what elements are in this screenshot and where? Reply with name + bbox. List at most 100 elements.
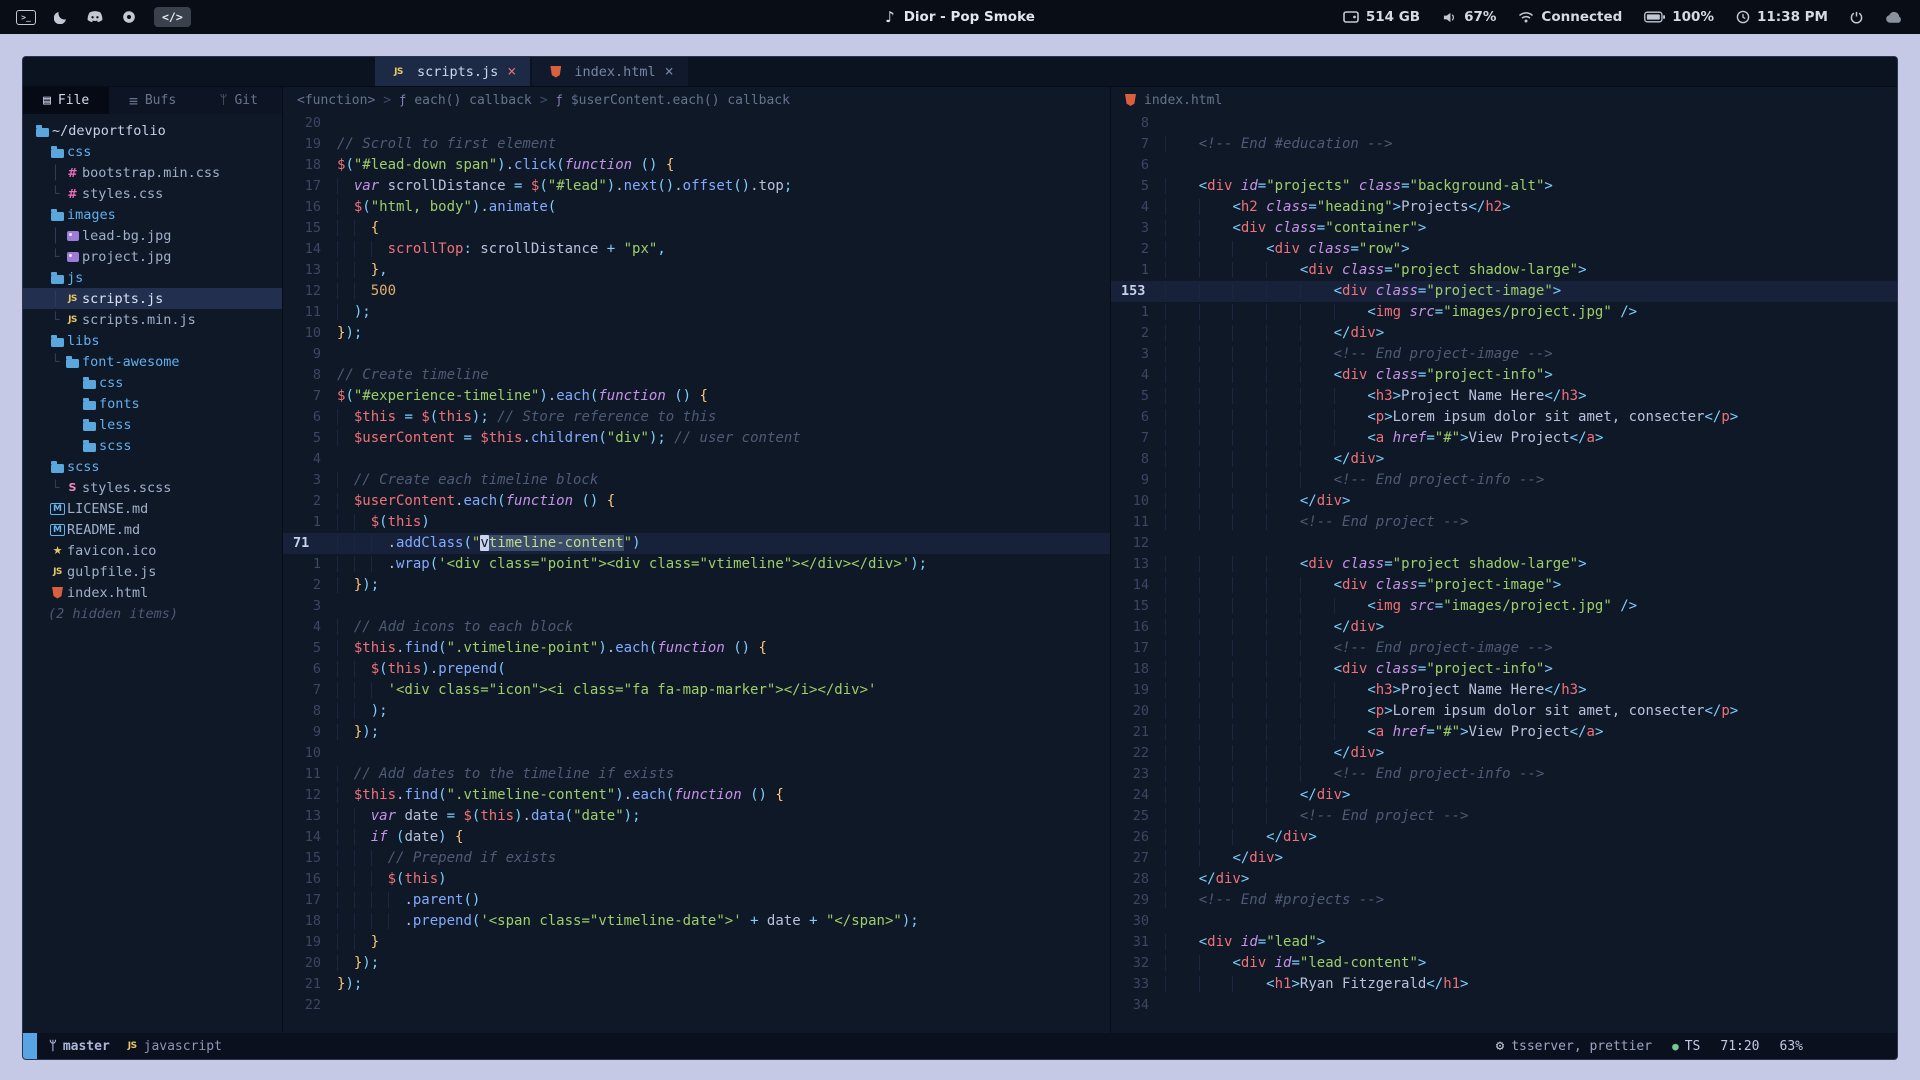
code-line[interactable]: 8 bbox=[1111, 113, 1897, 134]
explorer-tab-git[interactable]: Git bbox=[196, 87, 282, 114]
code-line[interactable]: 15 // Prepend if exists bbox=[283, 848, 1110, 869]
code-line[interactable]: 26 </div> bbox=[1111, 827, 1897, 848]
code-line[interactable]: 9 }); bbox=[283, 722, 1110, 743]
code-line[interactable]: 13 var date = $(this).data("date"); bbox=[283, 806, 1110, 827]
code-line[interactable]: 22 </div> bbox=[1111, 743, 1897, 764]
tree-item-scss[interactable]: scss bbox=[23, 435, 282, 456]
code-line[interactable]: 6 $this = $(this); // Store reference to… bbox=[283, 407, 1110, 428]
volume-status[interactable]: 67% bbox=[1442, 9, 1496, 25]
code-line[interactable]: 20 bbox=[283, 113, 1110, 134]
tree-item-lead-bg.jpg[interactable]: │lead-bg.jpg bbox=[23, 225, 282, 246]
code-line[interactable]: 2 $userContent.each(function () { bbox=[283, 491, 1110, 512]
tree-item-font-awesome[interactable]: └font-awesome bbox=[23, 351, 282, 372]
code-line[interactable]: 71 .addClass("vtimeline-content") bbox=[283, 533, 1110, 554]
code-line[interactable]: 2 </div> bbox=[1111, 323, 1897, 344]
code-line[interactable]: 16 $("html, body").animate( bbox=[283, 197, 1110, 218]
code-line[interactable]: 33 <h1>Ryan Fitzgerald</h1> bbox=[1111, 974, 1897, 995]
explorer-tab-file[interactable]: File bbox=[23, 87, 109, 114]
tree-item-project.jpg[interactable]: └project.jpg bbox=[23, 246, 282, 267]
discord-icon[interactable] bbox=[86, 10, 104, 24]
tree-item-scss[interactable]: scss bbox=[23, 456, 282, 477]
tree-item-index.html[interactable]: index.html bbox=[23, 582, 282, 603]
code-line[interactable]: 2 }); bbox=[283, 575, 1110, 596]
code-line[interactable]: 17 var scrollDistance = $("#lead").next(… bbox=[283, 176, 1110, 197]
tree-item-libs[interactable]: libs bbox=[23, 330, 282, 351]
code-line[interactable]: 4 <h2 class="heading">Projects</h2> bbox=[1111, 197, 1897, 218]
code-line[interactable]: 6 $(this).prepend( bbox=[283, 659, 1110, 680]
tree-item-README.md[interactable]: README.md bbox=[23, 519, 282, 540]
tree-item-styles.css[interactable]: └styles.css bbox=[23, 183, 282, 204]
breadcrumb-item[interactable]: $userContent.each() callback bbox=[571, 93, 790, 108]
code-line[interactable]: 12 $this.find(".vtimeline-content").each… bbox=[283, 785, 1110, 806]
close-icon[interactable] bbox=[665, 64, 674, 79]
code-line[interactable]: 19// Scroll to first element bbox=[283, 134, 1110, 155]
code-line[interactable]: 14 if (date) { bbox=[283, 827, 1110, 848]
tree-item-devportfolio[interactable]: ~/devportfolio bbox=[23, 120, 282, 141]
code-line[interactable]: 22 bbox=[283, 995, 1110, 1016]
code-line[interactable]: 3 // Create each timeline block bbox=[283, 470, 1110, 491]
code-line[interactable]: 7 <a href="#">View Project</a> bbox=[1111, 428, 1897, 449]
code-line[interactable]: 7 '<div class="icon"><i class="fa fa-map… bbox=[283, 680, 1110, 701]
code-line[interactable]: 25 <!-- End project --> bbox=[1111, 806, 1897, 827]
code-line[interactable]: 8// Create timeline bbox=[283, 365, 1110, 386]
power-icon[interactable] bbox=[1850, 10, 1863, 24]
tree-item-favicon.ico[interactable]: favicon.ico bbox=[23, 540, 282, 561]
code-line[interactable]: 21}); bbox=[283, 974, 1110, 995]
close-icon[interactable] bbox=[507, 64, 516, 79]
breadcrumb-item[interactable]: <function> bbox=[297, 93, 375, 108]
code-line[interactable]: 12 bbox=[1111, 533, 1897, 554]
terminal-icon[interactable] bbox=[16, 10, 36, 25]
tree-item-styles.scss[interactable]: └styles.scss bbox=[23, 477, 282, 498]
tree-item-js[interactable]: js bbox=[23, 267, 282, 288]
code-line[interactable]: 5 <div id="projects" class="background-a… bbox=[1111, 176, 1897, 197]
code-line[interactable]: 14 scrollTop: scrollDistance + "px", bbox=[283, 239, 1110, 260]
code-line[interactable]: 21 <a href="#">View Project</a> bbox=[1111, 722, 1897, 743]
code-line[interactable]: 4 <div class="project-info"> bbox=[1111, 365, 1897, 386]
tree-item-scripts.js[interactable]: │scripts.js bbox=[23, 288, 282, 309]
code-line[interactable]: 13 <div class="project shadow-large"> bbox=[1111, 554, 1897, 575]
code-line[interactable]: 8 </div> bbox=[1111, 449, 1897, 470]
moon-icon[interactable] bbox=[54, 10, 68, 24]
disc-icon[interactable] bbox=[122, 10, 136, 24]
code-line[interactable]: 32 <div id="lead-content"> bbox=[1111, 953, 1897, 974]
disk-status[interactable]: 514 GB bbox=[1343, 9, 1420, 25]
code-line[interactable]: 15 <img src="images/project.jpg" /> bbox=[1111, 596, 1897, 617]
code-line[interactable]: 6 <p>Lorem ipsum dolor sit amet, consect… bbox=[1111, 407, 1897, 428]
code-line[interactable]: 17 <!-- End project-image --> bbox=[1111, 638, 1897, 659]
code-line[interactable]: 12 500 bbox=[283, 281, 1110, 302]
clock-status[interactable]: 11:38 PM bbox=[1736, 9, 1828, 25]
code-line[interactable]: 2 <div class="row"> bbox=[1111, 239, 1897, 260]
code-line[interactable]: 153 <div class="project-image"> bbox=[1111, 281, 1897, 302]
tree-item-images[interactable]: images bbox=[23, 204, 282, 225]
code-line[interactable]: 15 { bbox=[283, 218, 1110, 239]
code-line[interactable]: 6 bbox=[1111, 155, 1897, 176]
tree-item-scripts.min.js[interactable]: └scripts.min.js bbox=[23, 309, 282, 330]
code-line[interactable]: 23 <!-- End project-info --> bbox=[1111, 764, 1897, 785]
tree-item-2hiddenitems[interactable]: (2 hidden items) bbox=[23, 603, 282, 624]
code-line[interactable]: 11 ); bbox=[283, 302, 1110, 323]
tree-item-less[interactable]: less bbox=[23, 414, 282, 435]
code-line[interactable]: 10 </div> bbox=[1111, 491, 1897, 512]
code-line[interactable]: 18$("#lead-down span").click(function ()… bbox=[283, 155, 1110, 176]
code-line[interactable]: 29 <!-- End #projects --> bbox=[1111, 890, 1897, 911]
code-line[interactable]: 1 $(this) bbox=[283, 512, 1110, 533]
breadcrumb-item[interactable]: each() callback bbox=[414, 93, 531, 108]
now-playing[interactable]: Dior - Pop Smoke bbox=[885, 8, 1035, 26]
tab-index.html[interactable]: index.html bbox=[532, 57, 687, 86]
code-line[interactable]: 16 </div> bbox=[1111, 617, 1897, 638]
code-line[interactable]: 16 $(this) bbox=[283, 869, 1110, 890]
code-line[interactable]: 3 <div class="container"> bbox=[1111, 218, 1897, 239]
code-line[interactable]: 31 <div id="lead"> bbox=[1111, 932, 1897, 953]
tree-item-css[interactable]: css bbox=[23, 141, 282, 162]
code-line[interactable]: 7$("#experience-timeline").each(function… bbox=[283, 386, 1110, 407]
code-line[interactable]: 5 $userContent = $this.children("div"); … bbox=[283, 428, 1110, 449]
code-line[interactable]: 8 ); bbox=[283, 701, 1110, 722]
code-line[interactable]: 30 bbox=[1111, 911, 1897, 932]
code-line[interactable]: 18 .prepend('<span class="vtimeline-date… bbox=[283, 911, 1110, 932]
tab-scripts.js[interactable]: scripts.js bbox=[375, 57, 530, 86]
tree-item-gulpfile.js[interactable]: gulpfile.js bbox=[23, 561, 282, 582]
tree-item-LICENSE.md[interactable]: LICENSE.md bbox=[23, 498, 282, 519]
code-line[interactable]: 19 } bbox=[283, 932, 1110, 953]
code-line[interactable]: 1 <img src="images/project.jpg" /> bbox=[1111, 302, 1897, 323]
code-line[interactable]: 17 .parent() bbox=[283, 890, 1110, 911]
